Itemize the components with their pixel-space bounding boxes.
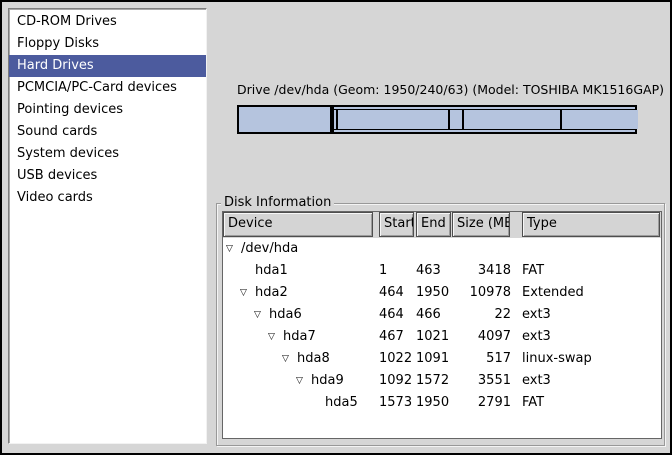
size-value xyxy=(452,238,519,260)
sidebar-item-usb-devices[interactable]: USB devices xyxy=(9,165,206,187)
type-value: FAT xyxy=(519,392,661,414)
header-col-size: Size (MB) xyxy=(452,212,519,238)
header-col-start: Start xyxy=(374,212,415,238)
device-cell: ▽hda2 xyxy=(223,282,374,304)
drive-title: Drive /dev/hda (Geom: 1950/240/63) (Mode… xyxy=(237,82,657,97)
type-value: ext3 xyxy=(519,304,661,326)
start-value: 1092 xyxy=(374,370,415,392)
sidebar-item-system-devices[interactable]: System devices xyxy=(9,143,206,165)
header-col-device: Device xyxy=(223,212,374,238)
device-label: hda8 xyxy=(297,351,330,366)
table-row-dev-hda[interactable]: ▽/dev/hda xyxy=(223,238,661,260)
size-value: 517 xyxy=(452,348,519,370)
sidebar-item-pcmcia-pc-card-devices[interactable]: PCMCIA/PC-Card devices xyxy=(9,77,206,99)
disk-information-label: Disk Information xyxy=(221,195,334,210)
partition-segment-hda8 xyxy=(450,110,464,129)
disk-table-body: ▽/dev/hdahda114633418FAT▽hda246419501097… xyxy=(223,238,661,414)
type-value: linux-swap xyxy=(519,348,661,370)
end-value: 1950 xyxy=(415,392,452,414)
table-row-hda9[interactable]: ▽hda9109215723551ext3 xyxy=(223,370,661,392)
end-value: 1572 xyxy=(415,370,452,392)
device-cell: hda1 xyxy=(223,260,374,282)
header-col-end: End xyxy=(415,212,452,238)
sidebar-item-cd-rom-drives[interactable]: CD-ROM Drives xyxy=(9,11,206,33)
expander-open-icon[interactable]: ▽ xyxy=(296,370,311,392)
table-row-hda2[interactable]: ▽hda2464195010978Extended xyxy=(223,282,661,304)
type-value: ext3 xyxy=(519,326,661,348)
start-value: 1 xyxy=(374,260,415,282)
end-value: 1021 xyxy=(415,326,452,348)
start-value: 1573 xyxy=(374,392,415,414)
size-value: 2791 xyxy=(452,392,519,414)
size-value: 10978 xyxy=(452,282,519,304)
partition-segment-hda2 xyxy=(332,105,637,134)
expander-open-icon[interactable]: ▽ xyxy=(282,348,297,370)
end-value: 1950 xyxy=(415,282,452,304)
hardware-browser-window: CD-ROM DrivesFloppy DisksHard DrivesPCMC… xyxy=(0,0,672,455)
end-value: 466 xyxy=(415,304,452,326)
size-value: 22 xyxy=(452,304,519,326)
column-header-device[interactable]: Device xyxy=(223,212,373,237)
device-cell: ▽hda6 xyxy=(223,304,374,326)
expander-open-icon[interactable]: ▽ xyxy=(268,326,283,348)
device-label: hda5 xyxy=(325,395,358,410)
sidebar-item-sound-cards[interactable]: Sound cards xyxy=(9,121,206,143)
sidebar-item-video-cards[interactable]: Video cards xyxy=(9,187,206,209)
expander-open-icon[interactable]: ▽ xyxy=(254,304,269,326)
device-cell: ▽hda7 xyxy=(223,326,374,348)
expander-open-icon[interactable]: ▽ xyxy=(226,238,241,260)
type-value: ext3 xyxy=(519,370,661,392)
device-cell: ▽/dev/hda xyxy=(223,238,374,260)
disk-information-frame: Disk Information DeviceStartEndSize (MB)… xyxy=(216,203,665,446)
start-value: 464 xyxy=(374,304,415,326)
start-value xyxy=(374,238,415,260)
start-value: 1022 xyxy=(374,348,415,370)
column-header-end[interactable]: End xyxy=(416,212,451,237)
size-value: 4097 xyxy=(452,326,519,348)
table-row-hda8[interactable]: ▽hda810221091517linux-swap xyxy=(223,348,661,370)
column-header-type[interactable]: Type xyxy=(522,212,660,237)
partition-segment-hda7 xyxy=(338,110,450,129)
column-header-start[interactable]: Start xyxy=(379,212,414,237)
size-value: 3551 xyxy=(452,370,519,392)
table-row-hda5[interactable]: hda5 157319502791FAT xyxy=(223,392,661,414)
disk-table-header: DeviceStartEndSize (MB) Type xyxy=(223,212,661,238)
size-value: 3418 xyxy=(452,260,519,282)
sidebar-item-hard-drives[interactable]: Hard Drives xyxy=(9,55,206,77)
device-label: hda2 xyxy=(255,285,288,300)
device-label: hda1 xyxy=(255,263,288,278)
partition-segment-hda1 xyxy=(237,105,332,134)
end-value: 463 xyxy=(415,260,452,282)
end-value: 1091 xyxy=(415,348,452,370)
start-value: 467 xyxy=(374,326,415,348)
device-label: hda9 xyxy=(311,373,344,388)
partition-bar xyxy=(237,105,637,134)
start-value: 464 xyxy=(374,282,415,304)
device-label: hda6 xyxy=(269,307,302,322)
type-value: Extended xyxy=(519,282,661,304)
device-label: hda7 xyxy=(283,329,316,344)
expander-open-icon[interactable]: ▽ xyxy=(240,282,255,304)
logical-partitions-area xyxy=(334,109,635,130)
sidebar-item-floppy-disks[interactable]: Floppy Disks xyxy=(9,33,206,55)
table-row-hda6[interactable]: ▽hda646446622ext3 xyxy=(223,304,661,326)
table-row-hda7[interactable]: ▽hda746710214097ext3 xyxy=(223,326,661,348)
device-category-list: CD-ROM DrivesFloppy DisksHard DrivesPCMC… xyxy=(8,8,207,444)
disk-table: DeviceStartEndSize (MB)Type ▽/dev/hdahda… xyxy=(222,211,662,439)
type-value xyxy=(519,238,661,260)
partition-segment-hda9 xyxy=(464,110,561,129)
device-cell: ▽hda9 xyxy=(223,370,374,392)
device-cell: hda5 xyxy=(223,392,374,414)
type-value: FAT xyxy=(519,260,661,282)
partition-segment-hda5 xyxy=(562,110,639,129)
header-col-type: Type xyxy=(519,212,661,238)
column-header-size[interactable]: Size (MB) xyxy=(452,212,510,237)
device-label: /dev/hda xyxy=(241,241,298,256)
table-row-hda1[interactable]: hda1 14633418FAT xyxy=(223,260,661,282)
sidebar-item-pointing-devices[interactable]: Pointing devices xyxy=(9,99,206,121)
end-value xyxy=(415,238,452,260)
device-cell: ▽hda8 xyxy=(223,348,374,370)
